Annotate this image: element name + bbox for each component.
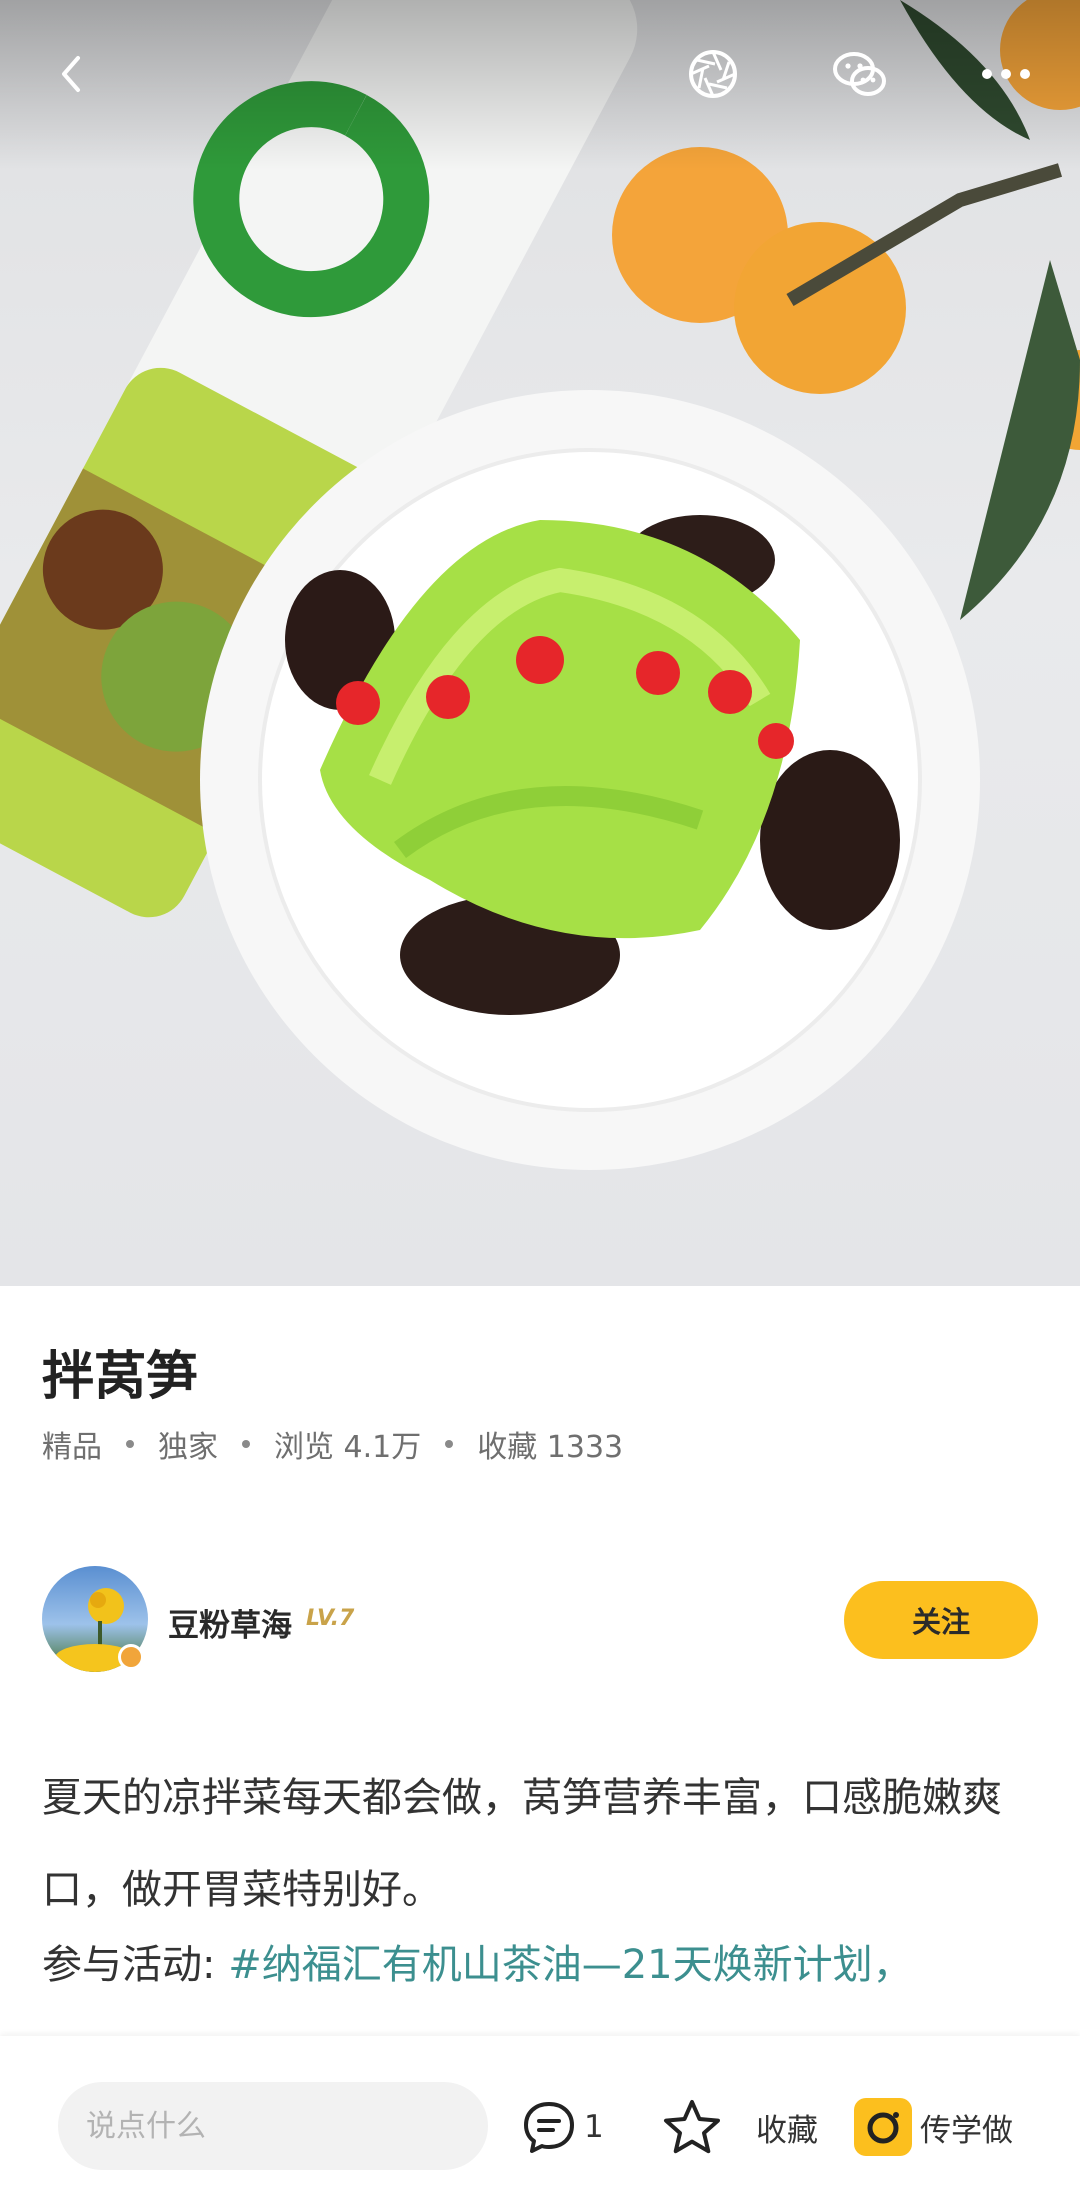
star-icon xyxy=(664,2100,720,2154)
learn-button[interactable]: 传学做 xyxy=(854,2088,1013,2166)
comment-button[interactable]: 1 xyxy=(520,2088,604,2166)
view-count: 浏览 4.1万 xyxy=(274,1430,422,1465)
favorite-count: 收藏 1333 xyxy=(477,1430,624,1465)
hero-top-shade xyxy=(0,0,1080,170)
learn-ring-shape xyxy=(867,2112,899,2144)
tag-premium: 精品 xyxy=(42,1430,102,1465)
more-dots-icon xyxy=(982,69,1030,79)
comment-count: 1 xyxy=(584,2109,604,2145)
back-chevron-icon xyxy=(62,56,80,92)
learn-icon xyxy=(854,2098,912,2156)
comment-icon xyxy=(524,2102,574,2153)
bottom-action-bar: 1 收藏 传学做 xyxy=(0,2036,1080,2211)
favorite-button[interactable]: 收藏 xyxy=(662,2088,818,2166)
author-name[interactable]: 豆粉草海 xyxy=(168,1600,292,1645)
author-level: LV.7 xyxy=(306,1606,355,1631)
learn-label: 传学做 xyxy=(920,2112,1013,2149)
food-photo-illustration xyxy=(0,0,1080,1170)
wechat-share-button[interactable] xyxy=(824,38,896,110)
follow-button[interactable]: 关注 xyxy=(844,1581,1038,1659)
wechat-icon xyxy=(833,52,886,96)
separator-dot xyxy=(126,1440,134,1448)
tag-exclusive: 独家 xyxy=(158,1430,218,1465)
shutter-icon xyxy=(689,50,737,98)
author-row: 豆粉草海 LV.7 关注 xyxy=(42,1566,1038,1674)
separator-dot xyxy=(242,1440,250,1448)
verified-badge-icon xyxy=(118,1644,144,1670)
activity-prefix: 参与活动: xyxy=(42,1942,229,1988)
more-button[interactable] xyxy=(970,38,1042,110)
recipe-photo[interactable] xyxy=(0,0,1080,1286)
recipe-meta: 精品 独家 浏览 4.1万 收藏 1333 xyxy=(42,1422,623,1466)
recipe-description: 夏天的凉拌菜每天都会做，莴笋营养丰富，口感脆嫩爽口，做开胃菜特别好。 xyxy=(42,1775,1002,1913)
camera-button[interactable] xyxy=(677,38,749,110)
back-button[interactable] xyxy=(36,38,108,110)
favorite-label: 收藏 xyxy=(756,2112,818,2149)
recipe-title: 拌莴笋 xyxy=(42,1347,199,1407)
activity-link[interactable]: #纳福汇有机山茶油—21天焕新计划， xyxy=(228,1942,912,1988)
comment-input[interactable] xyxy=(58,2082,488,2170)
activity-line: 参与活动: #纳福汇有机山茶油—21天焕新计划， xyxy=(42,1932,913,1990)
separator-dot xyxy=(445,1440,454,1448)
